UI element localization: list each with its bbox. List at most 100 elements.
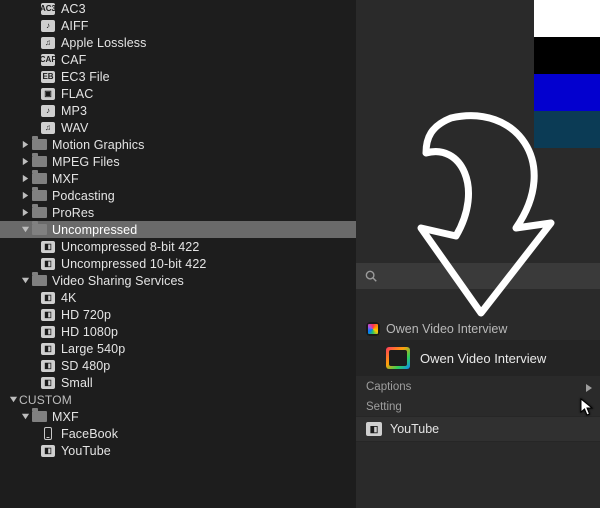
disclosure-right-icon — [20, 191, 30, 201]
tree-item-label: FLAC — [61, 87, 93, 101]
tree-item-label: Video Sharing Services — [52, 274, 184, 288]
tree-item-label: MXF — [52, 410, 79, 424]
tree-item-label: CAF — [61, 53, 86, 67]
tree-item-label: Uncompressed 10-bit 422 — [61, 257, 206, 271]
tree-section-custom[interactable]: CUSTOM — [0, 391, 356, 408]
tree-item-label: AIFF — [61, 19, 88, 33]
preset-icon: ◧ — [40, 376, 56, 390]
folder-icon — [31, 155, 47, 169]
tree-item-sd480p[interactable]: ◧ SD 480p — [0, 357, 356, 374]
folder-icon — [31, 410, 47, 424]
tree-item-caf[interactable]: CAF CAF — [0, 51, 356, 68]
tree-item-mp3[interactable]: ♪ MP3 — [0, 102, 356, 119]
tree-folder-video-sharing[interactable]: Video Sharing Services — [0, 272, 356, 289]
tree-item-label: MPEG Files — [52, 155, 120, 169]
preset-icon: ◧ — [40, 325, 56, 339]
captions-field[interactable]: Captions — [356, 376, 600, 398]
folder-icon — [31, 206, 47, 220]
setting-value-label: YouTube — [390, 422, 439, 436]
preset-icon: ♪ — [40, 104, 56, 118]
tree-item-hd1080p[interactable]: ◧ HD 1080p — [0, 323, 356, 340]
job-detail-header: Owen Video Interview — [356, 318, 600, 340]
folder-icon — [31, 189, 47, 203]
tree-section-label: CUSTOM — [19, 393, 72, 407]
folder-icon — [31, 172, 47, 186]
tree-item-label: Uncompressed 8-bit 422 — [61, 240, 199, 254]
tree-item-facebook[interactable]: FaceBook — [0, 425, 356, 442]
tree-item-label: Large 540p — [61, 342, 125, 356]
preset-icon: ◧ — [40, 257, 56, 271]
setting-field-header: Setting — [356, 398, 600, 416]
job-detail-panel: Owen Video Interview Owen Video Intervie… — [356, 316, 600, 508]
tree-item-aiff[interactable]: ♪ AIFF — [0, 17, 356, 34]
setting-label: Setting — [366, 401, 402, 413]
tree-item-flac[interactable]: ▣ FLAC — [0, 85, 356, 102]
disclosure-right-icon — [20, 208, 30, 218]
tree-folder-prores[interactable]: ProRes — [0, 204, 356, 221]
tree-item-label: SD 480p — [61, 359, 110, 373]
disclosure-down-icon — [20, 412, 30, 422]
project-thumbnail-icon — [386, 347, 410, 369]
preset-icon: ◧ — [40, 444, 56, 458]
preset-icon: ◧ — [366, 422, 382, 436]
tree-item-label: Apple Lossless — [61, 36, 146, 50]
tree-folder-custom-mxf[interactable]: MXF — [0, 408, 356, 425]
tree-item-label: HD 1080p — [61, 325, 118, 339]
preset-icon: ♪ — [40, 19, 56, 33]
tree-item-wav[interactable]: ♫ WAV — [0, 119, 356, 136]
disclosure-right-icon — [20, 140, 30, 150]
tree-item-large540p[interactable]: ◧ Large 540p — [0, 340, 356, 357]
chevron-right-icon — [584, 382, 594, 392]
app-icon — [366, 322, 380, 336]
tree-item-apple-lossless[interactable]: ♫ Apple Lossless — [0, 34, 356, 51]
search-icon — [364, 269, 378, 283]
batch-search-row — [356, 263, 600, 289]
preview-segment — [534, 37, 600, 74]
disclosure-down-icon — [20, 225, 30, 235]
tree-item-uncompressed-10bit[interactable]: ◧ Uncompressed 10-bit 422 — [0, 255, 356, 272]
preset-icon: ◧ — [40, 342, 56, 356]
tree-item-label: EC3 File — [61, 70, 110, 84]
captions-label: Captions — [366, 381, 411, 393]
tree-item-label: Uncompressed — [52, 223, 137, 237]
tree-item-label: ProRes — [52, 206, 94, 220]
job-project-row[interactable]: Owen Video Interview — [356, 340, 600, 376]
preview-segment — [534, 111, 600, 148]
preset-icon: ◧ — [40, 240, 56, 254]
disclosure-right-icon — [20, 157, 30, 167]
preset-icon: ◧ — [40, 308, 56, 322]
tree-item-label: WAV — [61, 121, 88, 135]
tree-item-hd720p[interactable]: ◧ HD 720p — [0, 306, 356, 323]
tree-item-ec3[interactable]: EB EC3 File — [0, 68, 356, 85]
tree-folder-uncompressed[interactable]: Uncompressed — [0, 221, 356, 238]
tree-item-label: Motion Graphics — [52, 138, 145, 152]
preset-icon: ◧ — [40, 359, 56, 373]
preset-icon: AC3 — [40, 2, 56, 16]
tree-item-label: Podcasting — [52, 189, 115, 203]
tree-item-ac3[interactable]: AC3 AC3 — [0, 0, 356, 17]
tree-folder-podcasting[interactable]: Podcasting — [0, 187, 356, 204]
tree-item-4k[interactable]: ◧ 4K — [0, 289, 356, 306]
tree-item-small[interactable]: ◧ Small — [0, 374, 356, 391]
batch-pane: Owen Video Interview Owen Video Intervie… — [356, 0, 600, 508]
setting-value-row[interactable]: ◧ YouTube — [356, 416, 600, 442]
tree-item-uncompressed-8bit[interactable]: ◧ Uncompressed 8-bit 422 — [0, 238, 356, 255]
settings-sidebar: AC3 AC3 ♪ AIFF ♫ Apple Lossless CAF CAF … — [0, 0, 356, 508]
batch-search-input[interactable] — [384, 269, 592, 283]
preset-icon: ♫ — [40, 121, 56, 135]
preset-icon: ♫ — [40, 36, 56, 50]
tree-folder-motion-graphics[interactable]: Motion Graphics — [0, 136, 356, 153]
tree-item-label: AC3 — [61, 2, 86, 16]
folder-icon — [31, 223, 47, 237]
job-detail-title: Owen Video Interview — [386, 322, 507, 336]
disclosure-down-icon — [20, 276, 30, 286]
tree-item-label: MXF — [52, 172, 79, 186]
tree-item-label: 4K — [61, 291, 77, 305]
tree-folder-mpeg-files[interactable]: MPEG Files — [0, 153, 356, 170]
tree-item-youtube[interactable]: ◧ YouTube — [0, 442, 356, 459]
tree-folder-mxf[interactable]: MXF — [0, 170, 356, 187]
preset-icon: ◧ — [40, 291, 56, 305]
project-name-label: Owen Video Interview — [420, 351, 546, 366]
preset-icon: ▣ — [40, 87, 56, 101]
folder-icon — [31, 274, 47, 288]
